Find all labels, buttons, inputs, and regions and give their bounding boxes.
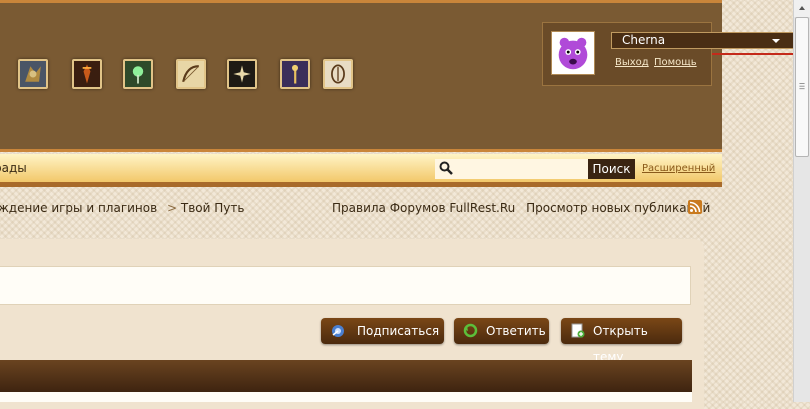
- nav-tab-partial[interactable]: рады: [0, 161, 27, 175]
- advanced-search-link[interactable]: Расширенный: [642, 163, 715, 174]
- divider: [712, 53, 794, 55]
- breadcrumb-item-topic[interactable]: Твой Путь: [181, 201, 245, 215]
- staff-icon[interactable]: [280, 59, 310, 89]
- breadcrumb: ждение игры и плагинов > Твой Путь: [0, 201, 244, 215]
- breadcrumb-separator: >: [167, 201, 178, 215]
- oblivion-icon[interactable]: [323, 59, 353, 89]
- subscribe-icon: [332, 325, 344, 337]
- scroll-thumb[interactable]: [795, 17, 809, 157]
- reply-icon: [463, 323, 478, 338]
- username: Cherna: [622, 33, 666, 47]
- topic-description-box: [0, 266, 691, 305]
- subscribe-button[interactable]: Подписаться: [321, 318, 444, 344]
- help-link[interactable]: Помощь: [654, 57, 697, 68]
- warcraft-icon[interactable]: [18, 59, 48, 89]
- rss-icon[interactable]: [688, 200, 702, 214]
- new-topic-icon: [571, 323, 585, 338]
- bow-icon[interactable]: [176, 59, 206, 89]
- table-body: [0, 392, 692, 402]
- logout-link[interactable]: Выход: [615, 57, 649, 68]
- search-button[interactable]: Поиск: [588, 159, 635, 179]
- new-topic-button[interactable]: Открыть тему: [561, 318, 682, 364]
- scrollbar[interactable]: [793, 0, 810, 402]
- tree-icon[interactable]: [123, 59, 153, 89]
- table-header-bar: [0, 360, 692, 392]
- user-menu-dropdown[interactable]: Cherna: [611, 32, 794, 49]
- search-input[interactable]: [435, 159, 588, 179]
- nav-bar: рады Поиск Расширенный: [0, 154, 722, 187]
- breadcrumb-item-forum[interactable]: ждение игры и плагинов: [0, 201, 157, 215]
- diablo-icon[interactable]: [72, 59, 102, 89]
- search-icon: [439, 161, 453, 175]
- scroll-up-arrow[interactable]: [794, 0, 810, 17]
- new-posts-link[interactable]: Просмотр новых публикаций: [526, 201, 710, 215]
- avatar[interactable]: [551, 31, 595, 75]
- top-links: Правила Форумов FullRest.Ru Просмотр нов…: [332, 201, 710, 215]
- chevron-down-icon: [772, 39, 780, 43]
- swirl-icon[interactable]: [227, 59, 257, 89]
- reply-button[interactable]: Ответить: [454, 318, 549, 344]
- forum-rules-link[interactable]: Правила Форумов FullRest.Ru: [332, 201, 515, 215]
